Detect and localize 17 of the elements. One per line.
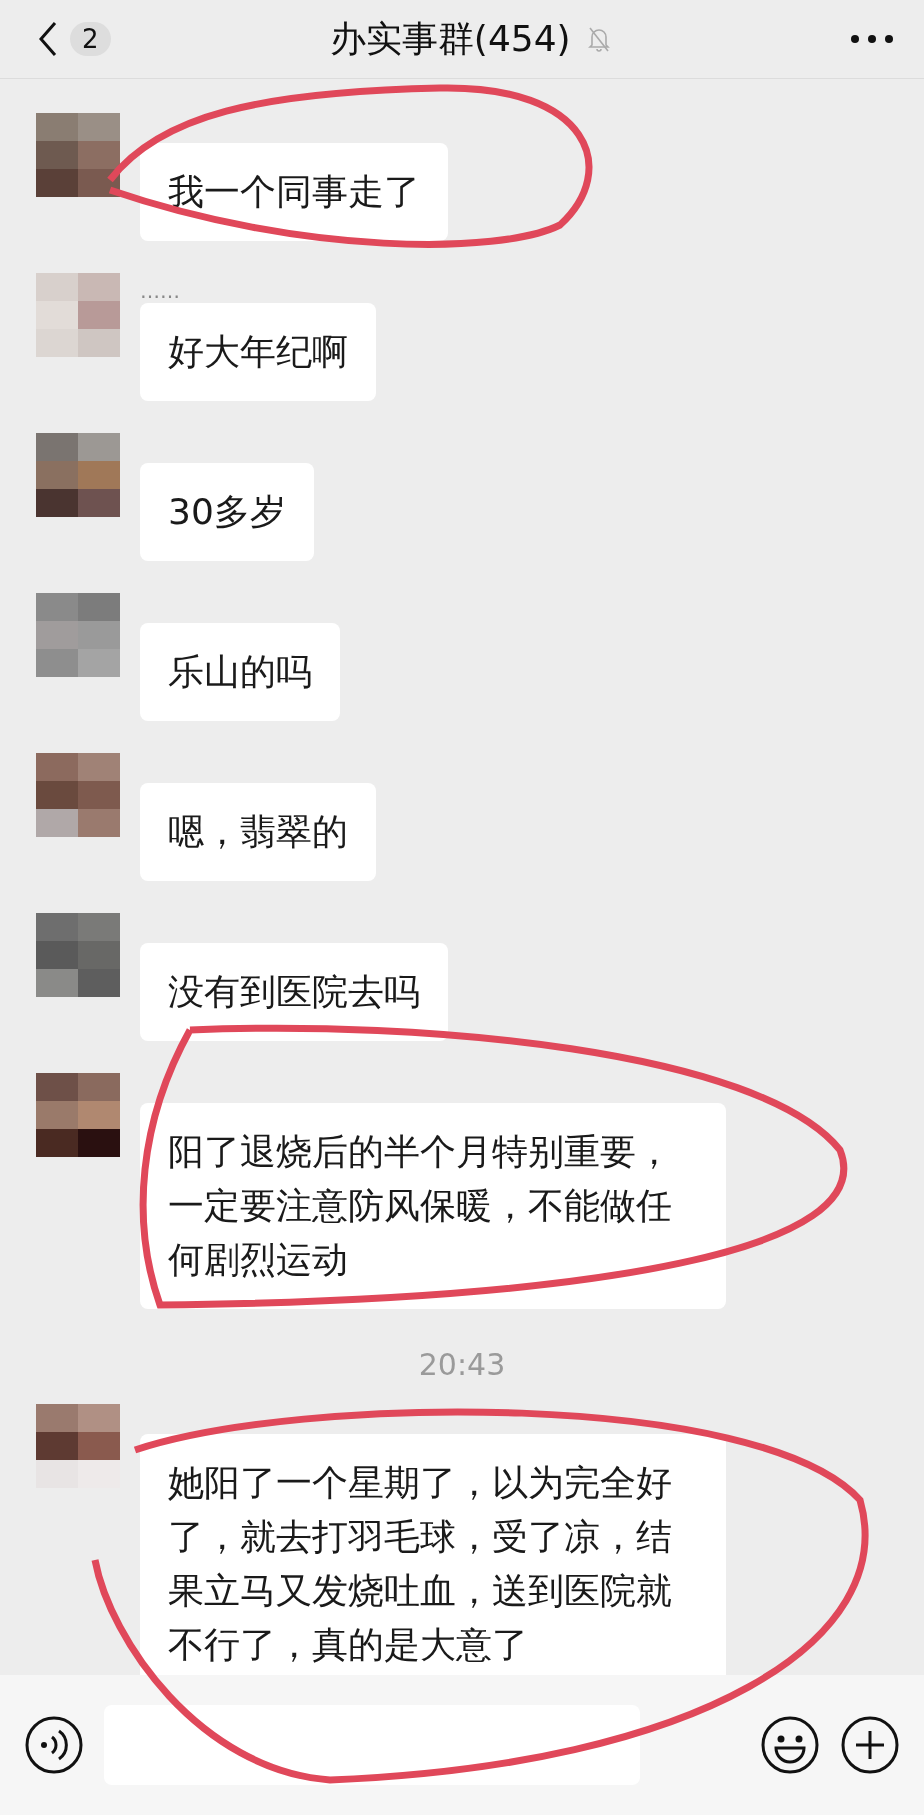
sender-name: …… (140, 279, 180, 303)
plus-icon[interactable] (840, 1715, 900, 1775)
voice-icon[interactable] (24, 1715, 84, 1775)
more-icon[interactable] (850, 34, 894, 44)
emoji-icon[interactable] (760, 1715, 820, 1775)
message-bubble: 嗯，翡翠的 (140, 783, 376, 881)
message-bubble: 我一个同事走了 (140, 143, 448, 241)
timestamp: 20:43 (418, 1347, 506, 1382)
back-icon[interactable] (38, 21, 58, 57)
message-bubble: 阳了退烧后的半个月特别重要，一定要注意防风保暖，不能做任何剧烈运动 (140, 1103, 726, 1309)
message-input[interactable] (104, 1705, 640, 1785)
message-bubble: 30多岁 (140, 463, 314, 561)
message-bubble: 好大年纪啊 (140, 303, 376, 401)
message-bubble: 没有到医院去吗 (140, 943, 448, 1041)
chat-title: 办实事群(454) (329, 16, 571, 61)
unread-count: 2 (70, 22, 111, 56)
message-bubble: 乐山的吗 (140, 623, 340, 721)
